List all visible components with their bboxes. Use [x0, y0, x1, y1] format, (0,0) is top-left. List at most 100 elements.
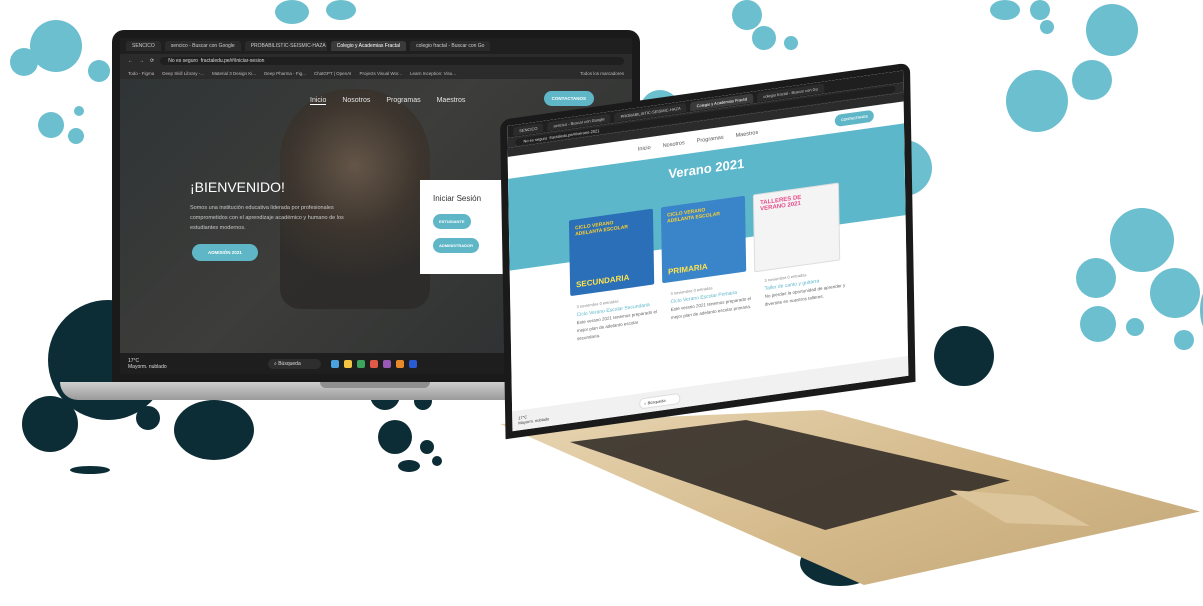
- browser-tab[interactable]: Colegio y Academias Fractal: [330, 41, 407, 51]
- nav-programas[interactable]: Programas: [386, 97, 420, 105]
- post-item[interactable]: 3 noviembre 0 entradas Ciclo Verano Esco…: [576, 292, 659, 343]
- deco-dot: [398, 460, 420, 472]
- weather-desc: Mayorm. nublado: [128, 363, 167, 370]
- deco-dot: [68, 128, 84, 144]
- url-field[interactable]: No es seguro fractaledu.pe/#/iniciar-ses…: [160, 57, 624, 65]
- all-bookmarks[interactable]: Todos los marcadores: [580, 71, 624, 76]
- bookmark[interactable]: Deep Skill Library -...: [162, 71, 204, 76]
- deco-dot: [1076, 258, 1116, 298]
- deco-dot: [326, 0, 356, 20]
- app-icon[interactable]: [382, 359, 391, 368]
- nav-inicio[interactable]: Inicio: [310, 97, 327, 105]
- deco-dot: [378, 420, 412, 454]
- browser-tab[interactable]: PROBABILISTIC-SEISMIC-HAZA: [244, 41, 327, 51]
- card-label: SECUNDARIA: [575, 272, 630, 290]
- deco-dot: [22, 396, 78, 452]
- nav-maestros[interactable]: Maestros: [437, 97, 466, 105]
- taskbar-apps: [330, 359, 417, 368]
- url-text: fractaledu.pe/#/iniciar-sesion: [200, 58, 265, 64]
- site-nav: Inicio Nosotros Programas Maestros: [310, 97, 465, 105]
- laptop-right-screen: SENCICO sencico - Buscar con Google PROB…: [507, 70, 909, 432]
- card-top-text: TALLERES DE VERANO 2021: [760, 194, 802, 213]
- deco-dot: [732, 0, 762, 30]
- security-warning: No es seguro: [168, 58, 198, 64]
- deco-dot: [88, 60, 110, 82]
- bookmark[interactable]: ChatGPT | OpenAI: [314, 71, 352, 76]
- taskbar-search[interactable]: ⌕ Búsqueda: [268, 358, 321, 369]
- deco-dot: [10, 48, 38, 76]
- search-label: Búsqueda: [647, 397, 666, 405]
- deco-dot: [1072, 60, 1112, 100]
- deco-dot: [432, 456, 442, 466]
- forward-icon[interactable]: →: [139, 58, 144, 64]
- app-icon[interactable]: [356, 359, 365, 368]
- deco-dot: [990, 0, 1020, 20]
- nav-nosotros[interactable]: Nosotros: [663, 140, 685, 149]
- reload-icon[interactable]: ⟳: [150, 58, 154, 64]
- app-icon[interactable]: [408, 359, 417, 368]
- browser-tab[interactable]: colegio fractal - Buscar con Go: [410, 41, 491, 51]
- app-icon[interactable]: [330, 359, 339, 368]
- deco-dot: [1126, 318, 1144, 336]
- bookmark[interactable]: Material 3 Design Ki...: [212, 71, 256, 76]
- bookmark[interactable]: Todo - Figma: [128, 71, 154, 76]
- program-card-secundaria[interactable]: CICLO VERANO ADELANTA ESCOLAR SECUNDARIA: [568, 208, 655, 297]
- deco-dot: [420, 440, 434, 454]
- app-icon[interactable]: [395, 359, 404, 368]
- deco-dot: [1110, 208, 1174, 272]
- folder-icon[interactable]: [343, 359, 352, 368]
- deco-dot: [1174, 330, 1194, 350]
- deco-dot: [1080, 306, 1116, 342]
- nav-inicio[interactable]: Inicio: [638, 145, 651, 153]
- nav-programas[interactable]: Programas: [697, 135, 724, 145]
- bookmark[interactable]: Deep Pharma - Fig...: [264, 71, 306, 76]
- nav-nosotros[interactable]: Nosotros: [342, 97, 370, 105]
- laptop-right: SENCICO sencico - Buscar con Google PROB…: [500, 61, 926, 449]
- welcome-heading: ¡BIENVENIDO!: [190, 179, 285, 195]
- deco-dot: [70, 466, 110, 474]
- admin-button[interactable]: ADMINISTRADOR: [433, 238, 479, 253]
- weather-widget[interactable]: 17°C Mayorm. nublado: [512, 411, 549, 426]
- taskbar-search[interactable]: ⌕ Búsqueda: [639, 392, 681, 410]
- browser-tab-strip: SENCICO sencico - Buscar con Google PROB…: [120, 38, 632, 54]
- weather-widget[interactable]: 17°C Mayorm. nublado: [120, 358, 248, 370]
- student-button[interactable]: ESTUDIANTE: [433, 214, 471, 229]
- deco-dot: [1040, 20, 1054, 34]
- laptop-right-bezel: SENCICO sencico - Buscar con Google PROB…: [500, 62, 916, 440]
- card-top-text: CICLO VERANO ADELANTA ESCOLAR: [666, 207, 720, 225]
- hero-photo: [280, 89, 430, 309]
- contact-button[interactable]: CONTACTANOS: [834, 109, 874, 128]
- welcome-description: Somos una institución educativa liderada…: [190, 205, 344, 231]
- deco-dot: [1030, 0, 1050, 20]
- card-top-text: CICLO VERANO ADELANTA ESCOLAR: [575, 220, 628, 238]
- login-title: Iniciar Sesión: [433, 194, 482, 203]
- bookmark[interactable]: Projects Visual Wor...: [359, 71, 402, 76]
- search-label: Búsqueda: [278, 360, 301, 367]
- program-card-talleres[interactable]: TALLERES DE VERANO 2021: [752, 182, 841, 273]
- back-icon[interactable]: ←: [128, 58, 133, 64]
- post-item[interactable]: 3 noviembre 0 entradas Taller de canto y…: [764, 265, 847, 316]
- post-item[interactable]: 3 noviembre 0 entradas Ciclo Verano Esco…: [670, 279, 753, 330]
- program-card-primaria[interactable]: CICLO VERANO ADELANTA ESCOLAR PRIMARIA: [660, 195, 747, 284]
- browser-tab[interactable]: SENCICO: [126, 41, 161, 51]
- deco-dot: [74, 106, 84, 116]
- deco-dot: [784, 36, 798, 50]
- deco-dot: [934, 326, 994, 386]
- bookmark[interactable]: Learn Inception: Visu...: [410, 71, 456, 76]
- nav-maestros[interactable]: Maestros: [736, 130, 759, 139]
- deco-dot: [275, 0, 309, 24]
- deco-dot: [38, 112, 64, 138]
- deco-dot: [752, 26, 776, 50]
- deco-dot: [1006, 70, 1068, 132]
- app-icon[interactable]: [369, 359, 378, 368]
- browser-tab[interactable]: sencico - Buscar con Google: [164, 41, 241, 51]
- laptop-left-notch: [320, 382, 430, 388]
- deco-dot: [1086, 4, 1138, 56]
- deco-dot: [136, 406, 160, 430]
- deco-dot: [174, 400, 254, 460]
- card-label: PRIMARIA: [667, 261, 708, 277]
- admission-button[interactable]: ADMISIÓN 2021: [192, 244, 258, 261]
- contact-button[interactable]: CONTACTANOS: [543, 91, 594, 106]
- scene: SENCICO sencico - Buscar con Google PROB…: [0, 0, 1203, 606]
- deco-dot: [1150, 268, 1200, 318]
